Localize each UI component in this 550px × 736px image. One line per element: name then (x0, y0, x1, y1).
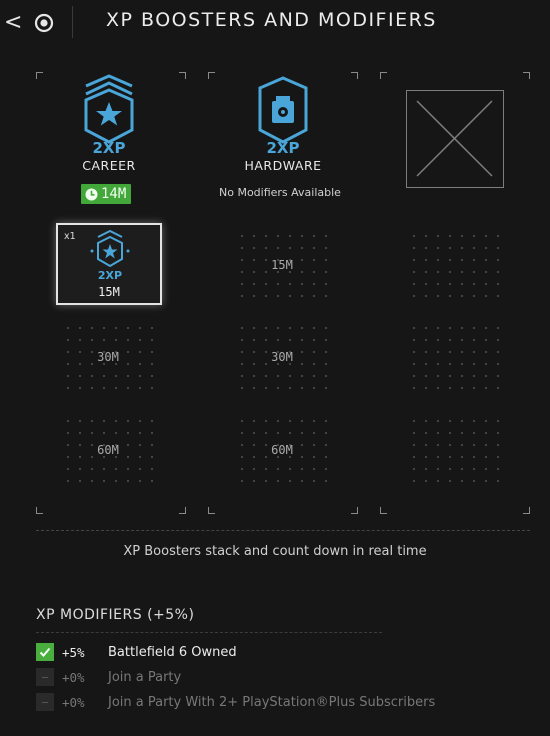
dash-icon (42, 701, 48, 703)
modifier-row: +0% Join a Party (36, 667, 516, 687)
svg-text:2XP: 2XP (267, 139, 300, 154)
page-title: XP BOOSTERS AND MODIFIERS (106, 9, 437, 31)
checkmark-icon (39, 647, 51, 657)
checkbox-checked[interactable] (36, 643, 54, 661)
career-slot-60m[interactable]: 60M (60, 413, 156, 491)
modifier-label: Battlefield 6 Owned (108, 644, 237, 660)
career-label: CAREER (82, 158, 136, 173)
empty-slot-1 (406, 228, 502, 306)
modifier-percent: +0% (62, 669, 85, 685)
hardware-label: HARDWARE (244, 158, 322, 173)
empty-slot-icon (406, 90, 504, 188)
modifier-row: +0% Join a Party With 2+ PlayStation®Plu… (36, 692, 516, 712)
info-text: XP Boosters stack and count down in real… (123, 544, 427, 559)
hardware-slot-60m[interactable]: 60M (234, 413, 330, 491)
hardware-xp-icon[interactable]: 2XP (252, 74, 314, 157)
career-timer-badge: 14M (81, 184, 132, 204)
dash-icon (42, 676, 48, 678)
empty-slot-2 (406, 320, 502, 398)
chevron-left-icon: < (4, 10, 23, 35)
career-xp-icon[interactable]: 2XP (78, 74, 140, 157)
no-modifiers-text: No Modifiers Available (219, 186, 341, 199)
hardware-slot-30m[interactable]: 30M (234, 320, 330, 398)
svg-text:2XP: 2XP (98, 269, 122, 281)
checkbox-unchecked[interactable] (36, 693, 54, 711)
back-button[interactable]: < (4, 10, 24, 36)
career-timer-text: 14M (101, 186, 127, 202)
section-divider (36, 530, 530, 531)
slot-count: x1 (64, 231, 76, 242)
modifier-label: Join a Party (108, 669, 182, 685)
modifier-label: Join a Party With 2+ PlayStation®Plus Su… (108, 694, 436, 710)
career-slot-30m[interactable]: 30M (60, 320, 156, 398)
active-booster-slot[interactable]: x1 2XP 15M (56, 223, 162, 305)
checkbox-unchecked[interactable] (36, 668, 54, 686)
modifiers-title-underline (36, 632, 382, 633)
modifiers-title: XP MODIFIERS (+5%) (36, 607, 195, 623)
header-divider (72, 6, 73, 38)
hardware-slot-15m[interactable]: 15M (234, 228, 330, 306)
empty-slot-3 (406, 413, 502, 491)
active-slot-duration: 15M (98, 285, 120, 299)
modifier-percent: +0% (62, 694, 85, 710)
clock-icon (85, 188, 98, 200)
modifier-row: +5% Battlefield 6 Owned (36, 642, 516, 662)
target-icon[interactable] (33, 12, 55, 34)
career-booster-small-icon: 2XP (88, 229, 132, 282)
svg-text:2XP: 2XP (93, 139, 126, 154)
modifier-percent: +5% (62, 644, 85, 660)
